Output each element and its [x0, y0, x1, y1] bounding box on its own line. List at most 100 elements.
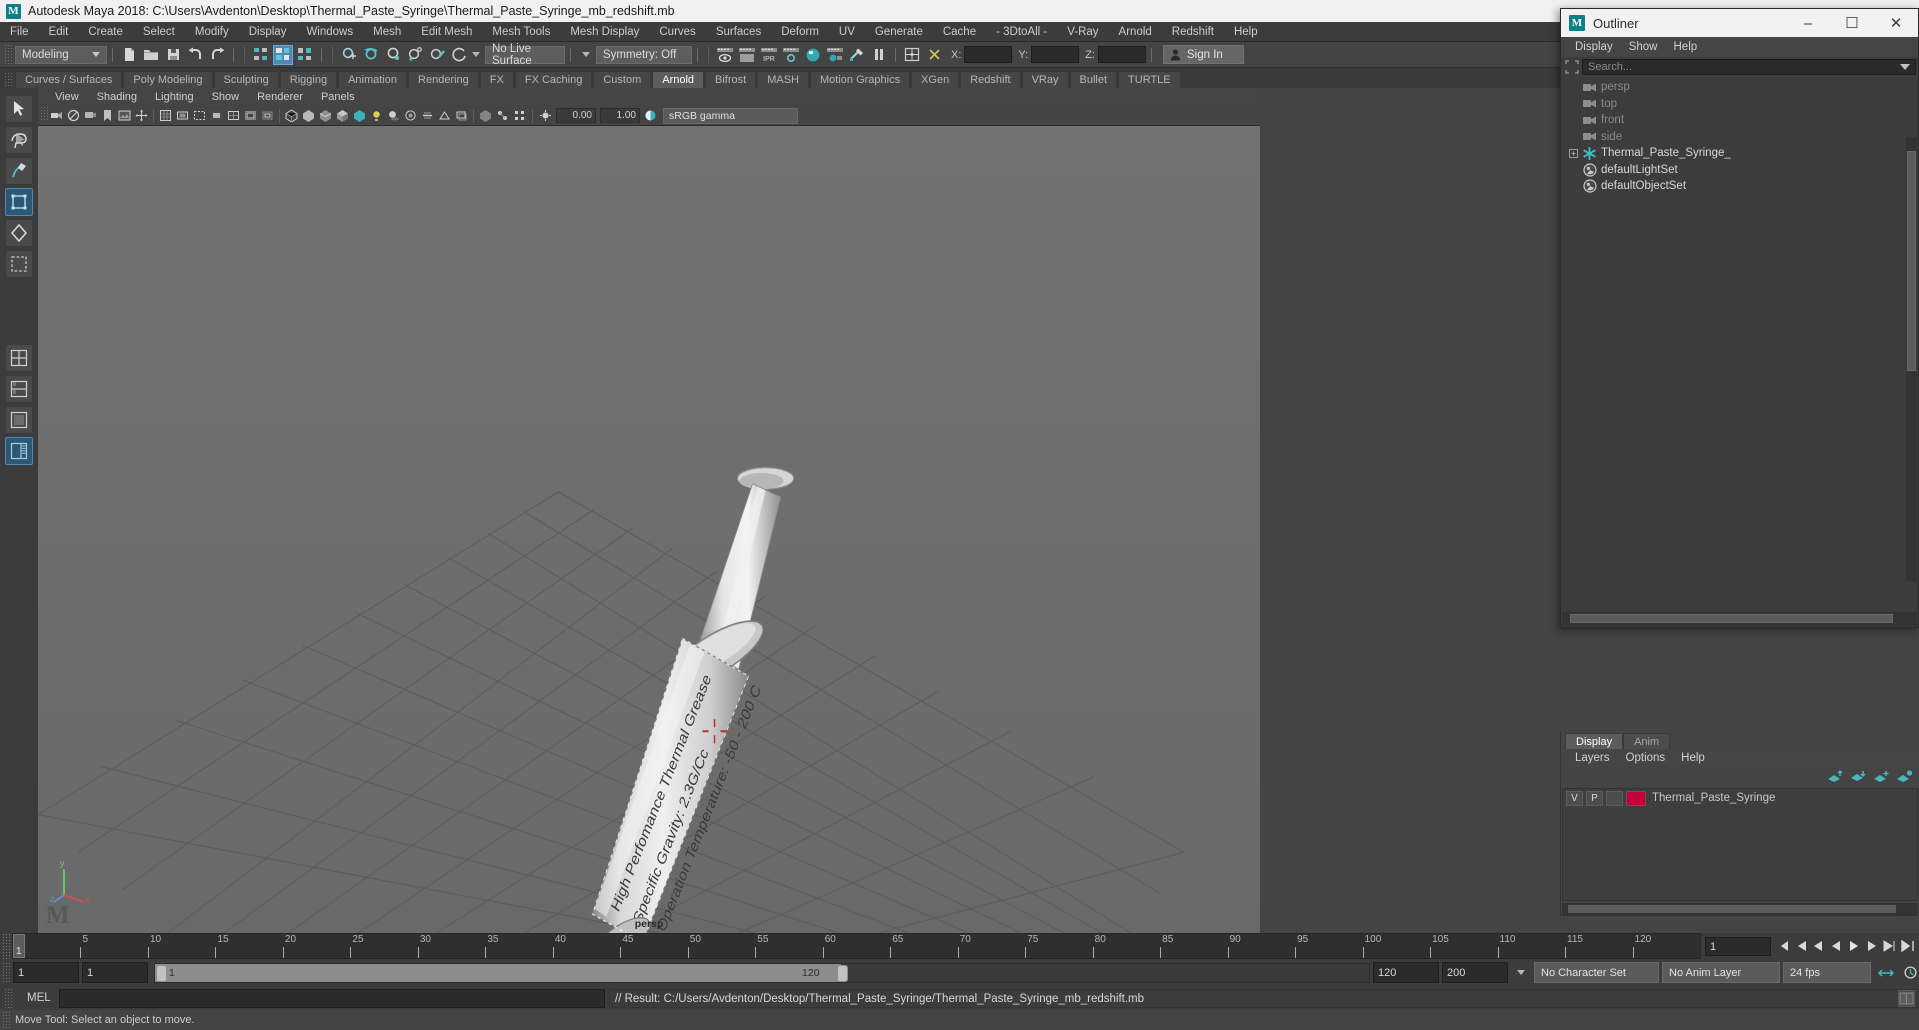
texture-toggle-icon[interactable] — [352, 108, 367, 123]
ipr-render-icon[interactable]: IPR — [759, 45, 779, 65]
outliner-horizontal-scrollbar[interactable] — [1562, 612, 1917, 626]
menu-item-mesh-display[interactable]: Mesh Display — [560, 22, 649, 42]
viewport-toolbar-gripper[interactable] — [40, 106, 48, 122]
command-line-gripper[interactable] — [4, 988, 12, 1008]
range-end-handle[interactable] — [837, 964, 849, 982]
menu-item-generate[interactable]: Generate — [865, 22, 933, 42]
outliner-tree[interactable]: persp top front side + Thermal_Paste_Syringe_… — [1561, 77, 1918, 611]
move-layer-down-icon[interactable] — [1849, 769, 1867, 785]
menu-item-modify[interactable]: Modify — [185, 22, 239, 42]
render-view-icon[interactable] — [715, 45, 735, 65]
layer-list[interactable]: V P Thermal_Paste_Syringe — [1562, 788, 1918, 901]
shelf-tab-poly-modeling[interactable]: Poly Modeling — [123, 71, 213, 88]
outliner-item[interactable]: defaultObjectSet — [1561, 178, 1918, 195]
multisample-toggle-icon[interactable] — [437, 108, 452, 123]
viewport-menu-lighting[interactable]: Lighting — [146, 91, 203, 103]
outliner-item[interactable]: side — [1561, 129, 1918, 146]
bookmark-icon[interactable] — [100, 108, 115, 123]
image-plane-icon[interactable] — [117, 108, 132, 123]
expand-icon[interactable]: + — [1569, 148, 1578, 158]
shelf-tab-redshift[interactable]: Redshift — [960, 71, 1021, 88]
select-by-object-icon[interactable] — [273, 44, 293, 65]
viewport-menu-show[interactable]: Show — [203, 91, 249, 103]
range-fill[interactable] — [155, 963, 841, 982]
range-slider-gripper[interactable] — [2, 961, 10, 984]
redo-icon[interactable] — [207, 45, 227, 65]
shelf-tab-rendering[interactable]: Rendering — [408, 71, 479, 88]
shelf-tab-fx[interactable]: FX — [479, 71, 514, 88]
range-start-field[interactable]: 1 — [82, 962, 148, 983]
select-by-hierarchy-icon[interactable] — [251, 45, 271, 65]
menu-item-cache[interactable]: Cache — [933, 22, 986, 42]
shelf-tab-curves-surfaces[interactable]: Curves / Surfaces — [15, 71, 123, 88]
xray-toggle-icon[interactable] — [478, 108, 493, 123]
snap-to-grid-icon[interactable] — [339, 45, 359, 65]
gamma-field[interactable]: 1.00 — [600, 108, 640, 123]
undo-icon[interactable] — [185, 45, 205, 65]
field-chart-icon[interactable] — [226, 108, 241, 123]
two-d-pan-zoom-icon[interactable] — [134, 108, 149, 123]
pick-walk-icon[interactable] — [1565, 59, 1580, 75]
menu-item-display[interactable]: Display — [239, 22, 297, 42]
menu-item-mesh-tools[interactable]: Mesh Tools — [482, 22, 560, 42]
camera-attributes-icon[interactable] — [83, 108, 98, 123]
layer-menu-options[interactable]: Options — [1618, 752, 1674, 764]
screen-space-ao-icon[interactable] — [403, 108, 418, 123]
outliner-vertical-scrollbar[interactable] — [1906, 137, 1917, 581]
depth-peeling-icon[interactable] — [454, 108, 469, 123]
outliner-item[interactable]: top — [1561, 96, 1918, 113]
shelf-tab-custom[interactable]: Custom — [593, 71, 652, 88]
help-line-gripper[interactable] — [2, 1011, 10, 1029]
shelf-tab-turtle[interactable]: TURTLE — [1118, 71, 1181, 88]
viewport-menu-view[interactable]: View — [46, 91, 88, 103]
menu-item-curves[interactable]: Curves — [649, 22, 705, 42]
range-end-field[interactable]: 120 — [1373, 962, 1439, 983]
persp-outliner-layout-icon[interactable] — [5, 437, 33, 465]
anim-end-field[interactable]: 200 — [1442, 962, 1508, 983]
scrollbar-thumb[interactable] — [1570, 614, 1893, 623]
layer-shading-toggle[interactable] — [1606, 790, 1623, 806]
time-slider-gripper[interactable] — [2, 933, 12, 959]
range-start-handle[interactable] — [156, 964, 167, 982]
command-input[interactable] — [59, 988, 605, 1008]
search-input[interactable]: Search... — [1582, 59, 1916, 75]
sign-in-button[interactable]: Sign In — [1162, 45, 1244, 64]
layer-visibility-toggle[interactable]: V — [1566, 790, 1583, 806]
resolution-gate-icon[interactable] — [192, 108, 207, 123]
menu-item-help[interactable]: Help — [1224, 22, 1268, 42]
color-transform-dropdown[interactable]: sRGB gamma — [663, 107, 798, 124]
lasso-select-tool-icon[interactable] — [5, 126, 33, 154]
menu-item-deform[interactable]: Deform — [771, 22, 829, 42]
add-layer-icon[interactable] — [1872, 769, 1890, 785]
step-back-key-icon[interactable] — [1809, 936, 1827, 956]
auto-keyframe-icon[interactable] — [1877, 963, 1895, 983]
shelf-tab-rigging[interactable]: Rigging — [279, 71, 338, 88]
shadow-toggle-icon[interactable] — [386, 108, 401, 123]
move-tool-icon[interactable] — [5, 188, 33, 216]
outliner-item[interactable]: + Thermal_Paste_Syringe_ — [1561, 145, 1918, 162]
shelf-tab-arnold[interactable]: Arnold — [652, 71, 705, 88]
smooth-shade-all-icon[interactable] — [301, 108, 316, 123]
safe-title-icon[interactable] — [260, 108, 275, 123]
xray-joints-icon[interactable] — [495, 108, 510, 123]
pause-icon[interactable] — [869, 45, 889, 65]
chevron-down-icon[interactable] — [1517, 970, 1525, 975]
save-scene-icon[interactable] — [163, 45, 183, 65]
outliner-title-bar[interactable]: M Outliner – ☐ ✕ — [1561, 9, 1918, 37]
toolbar-gripper[interactable] — [4, 43, 12, 66]
step-back-frame-icon[interactable] — [1791, 936, 1809, 956]
menu-set-dropdown[interactable]: Modeling — [15, 45, 107, 64]
outliner-item[interactable]: persp — [1561, 79, 1918, 96]
viewport-menu-shading[interactable]: Shading — [88, 91, 146, 103]
go-to-start-icon[interactable] — [1773, 936, 1791, 956]
outliner-item[interactable]: front — [1561, 112, 1918, 129]
fps-dropdown[interactable]: 24 fps — [1783, 962, 1871, 983]
menu-item-create[interactable]: Create — [78, 22, 133, 42]
menu-item-file[interactable]: File — [0, 22, 39, 42]
layer-menu-help[interactable]: Help — [1673, 752, 1713, 764]
new-scene-icon[interactable] — [119, 45, 139, 65]
rotate-tool-icon[interactable] — [5, 219, 33, 247]
film-gate-icon[interactable] — [175, 108, 190, 123]
menu-item-redshift[interactable]: Redshift — [1162, 22, 1224, 42]
outliner-menu-show[interactable]: Show — [1621, 41, 1666, 53]
